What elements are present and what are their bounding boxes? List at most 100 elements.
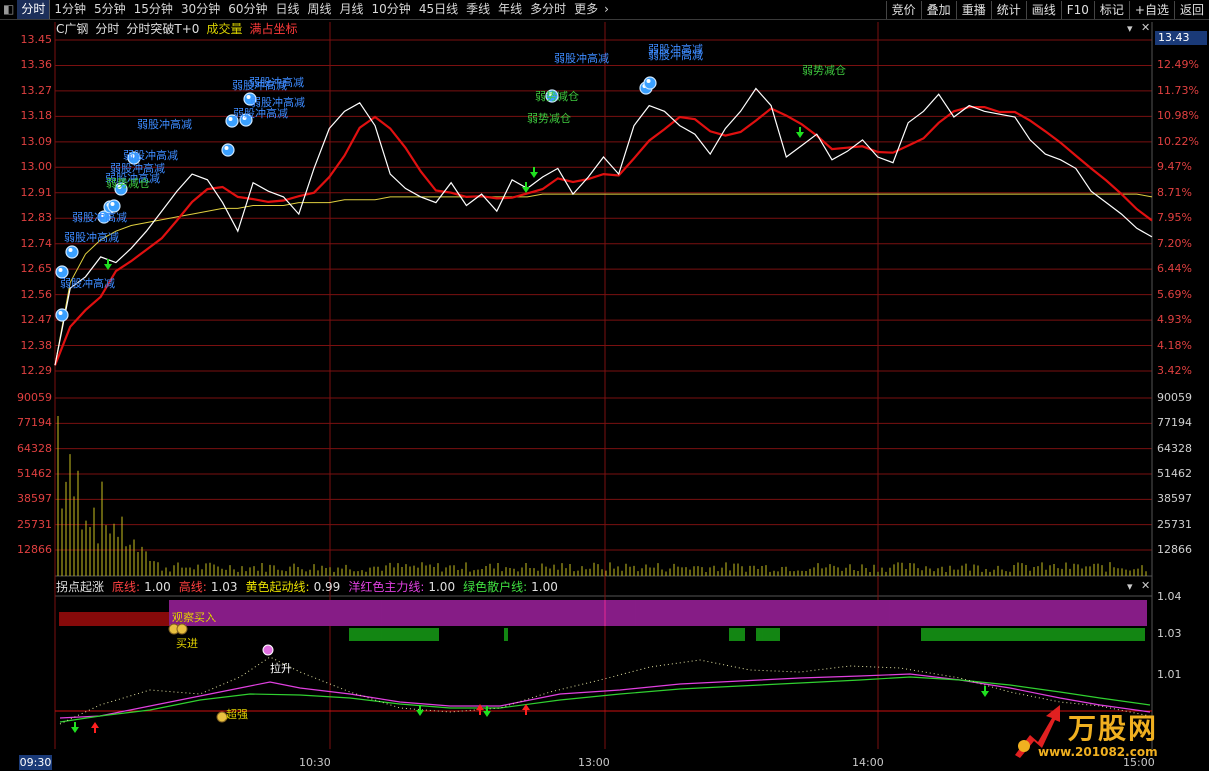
price-tick: 13.27 <box>20 83 53 97</box>
annotation-label: 弱势减仓 <box>106 177 150 190</box>
balloon-icon <box>262 644 274 656</box>
annotation-label: 弱势减仓 <box>802 64 846 77</box>
ind-item-value: 1.00 <box>428 580 456 594</box>
annotation-label: 弱股冲高减 <box>72 211 127 224</box>
vol-tick-right: 51462 <box>1157 467 1192 480</box>
down-arrow-icon <box>530 167 538 178</box>
signal-dot-icon[interactable] <box>643 76 657 90</box>
ind-tick: 1.01 <box>1157 668 1182 681</box>
vol-tick-right: 25731 <box>1157 517 1192 531</box>
price-tick: 12.56 <box>20 287 53 301</box>
price-line <box>54 87 1153 366</box>
time-tick-1400: 14:00 <box>852 756 884 769</box>
price-tick: 13.45 <box>20 33 53 46</box>
price-tick: 12.65 <box>20 262 53 276</box>
down-arrow-icon <box>796 127 804 138</box>
time-tick-1300: 13:00 <box>578 756 610 769</box>
indicator-info: 拐点起涨 底线: 1.00 高线: 1.03 黄色起动线: 0.99 洋红色主力线: 1.00… <box>56 579 558 595</box>
annotation-label: 弱势减仓 <box>535 90 579 103</box>
indicator-close-icon[interactable]: ✕ <box>1141 579 1150 592</box>
pct-tick: 9.47% <box>1157 160 1192 173</box>
price-tick: 12.29 <box>20 364 53 377</box>
vol-tick-right: 90059 <box>1157 391 1192 404</box>
annotation-label: 弱股冲高减 <box>250 96 305 109</box>
pct-tick: 8.71% <box>1157 185 1192 199</box>
ind-item-label: 绿色散户线: <box>463 580 528 594</box>
time-start: 09:30 <box>19 755 52 770</box>
annotation-label: 弱股冲高减 <box>123 149 178 162</box>
vol-tick-right: 38597 <box>1157 492 1192 506</box>
price-tick: 13.36 <box>20 58 53 72</box>
ind-tick: 1.03 <box>1157 627 1182 640</box>
annotation-label: 弱股冲高减 <box>60 277 115 290</box>
pct-tick: 4.93% <box>1157 313 1192 326</box>
signal-dot-icon[interactable] <box>221 143 235 157</box>
annotation-label: 观察买入 <box>172 611 216 624</box>
current-price-tag: 13.43 <box>1155 31 1207 45</box>
time-tick-1030: 10:30 <box>299 756 331 769</box>
ind-item-label: 高线: <box>178 580 207 594</box>
price-tick: 13.00 <box>20 160 53 174</box>
annotation-label: 弱股冲高减 <box>64 231 119 244</box>
price-tick: 12.38 <box>20 338 53 352</box>
signal-dot-icon[interactable] <box>55 308 69 322</box>
vol-tick-left: 51462 <box>17 467 52 480</box>
annotation-label: 弱股冲高减 <box>137 118 192 131</box>
money-bag-icon <box>176 623 188 635</box>
annotation-label: 拉升 <box>270 662 292 675</box>
volume-bars <box>57 416 1147 576</box>
vol-tick-left: 90059 <box>17 391 52 404</box>
ind-item-value: 0.99 <box>313 580 341 594</box>
ind-item-value: 1.03 <box>210 580 238 594</box>
signal-dot-highlight-icon <box>646 79 651 83</box>
ind-item-label: 洋红色主力线: <box>348 580 425 594</box>
ind-tick: 1.04 <box>1157 590 1182 603</box>
ind-item-value: 1.00 <box>144 580 171 594</box>
pct-tick: 12.49% <box>1157 58 1199 71</box>
vol-tick-right: 64328 <box>1157 441 1192 455</box>
indicator-menu-arrow-icon[interactable]: ▾ <box>1127 580 1133 593</box>
signal-dot-highlight-icon <box>58 311 63 315</box>
pct-tick: 3.42% <box>1157 364 1192 377</box>
price-tick: 13.09 <box>20 134 53 148</box>
pct-tick: 7.95% <box>1157 211 1192 224</box>
vol-tick-left: 25731 <box>17 517 52 531</box>
annotation-label: 弱股冲高减 <box>554 52 609 65</box>
price-tick: 12.47 <box>20 313 53 327</box>
indicator-bars <box>59 600 1147 641</box>
ind-item-label: 黄色起动线: <box>245 580 310 594</box>
signal-dot-highlight-icon <box>68 248 73 252</box>
signal-dot-highlight-icon <box>228 117 233 121</box>
ind-item-label: 底线: <box>112 580 141 594</box>
signal-dot-highlight-icon <box>58 268 63 272</box>
vol-tick-right: 77194 <box>1157 416 1192 430</box>
ind-item-value: 1.00 <box>531 580 558 594</box>
price-tick: 13.18 <box>20 109 53 123</box>
indicator-panel-name[interactable]: 拐点起涨 <box>56 579 104 595</box>
annotation-label: 弱股冲高减 <box>249 76 304 89</box>
up-arrow-icon <box>91 722 99 733</box>
price-tick: 12.74 <box>20 236 53 250</box>
up-arrow-icon <box>522 704 530 715</box>
down-arrow-icon <box>522 182 530 193</box>
annotation-label: 弱势减仓 <box>527 112 571 125</box>
brand-url: www.201082.com <box>1038 745 1158 759</box>
signal-dot-highlight-icon <box>224 146 229 150</box>
pct-tick: 11.73% <box>1157 83 1199 97</box>
down-arrow-icon <box>416 705 424 716</box>
vol-tick-left: 12866 <box>17 543 52 556</box>
price-tick: 12.91 <box>20 185 53 199</box>
price-tick: 12.83 <box>20 211 53 225</box>
signal-dot-icon[interactable] <box>65 245 79 259</box>
pct-tick: 6.44% <box>1157 262 1192 275</box>
pct-tick: 10.22% <box>1157 134 1199 148</box>
annotation-label: 超强 <box>226 708 248 721</box>
pct-tick: 7.20% <box>1157 236 1192 250</box>
signal-dot-highlight-icon <box>110 202 115 206</box>
down-arrow-icon <box>981 686 989 697</box>
down-arrow-icon <box>71 722 79 733</box>
annotation-label: 弱股冲高减 <box>648 49 703 62</box>
vol-tick-left: 38597 <box>17 492 52 506</box>
pct-tick: 5.69% <box>1157 287 1192 301</box>
vol-tick-left: 77194 <box>17 416 52 430</box>
